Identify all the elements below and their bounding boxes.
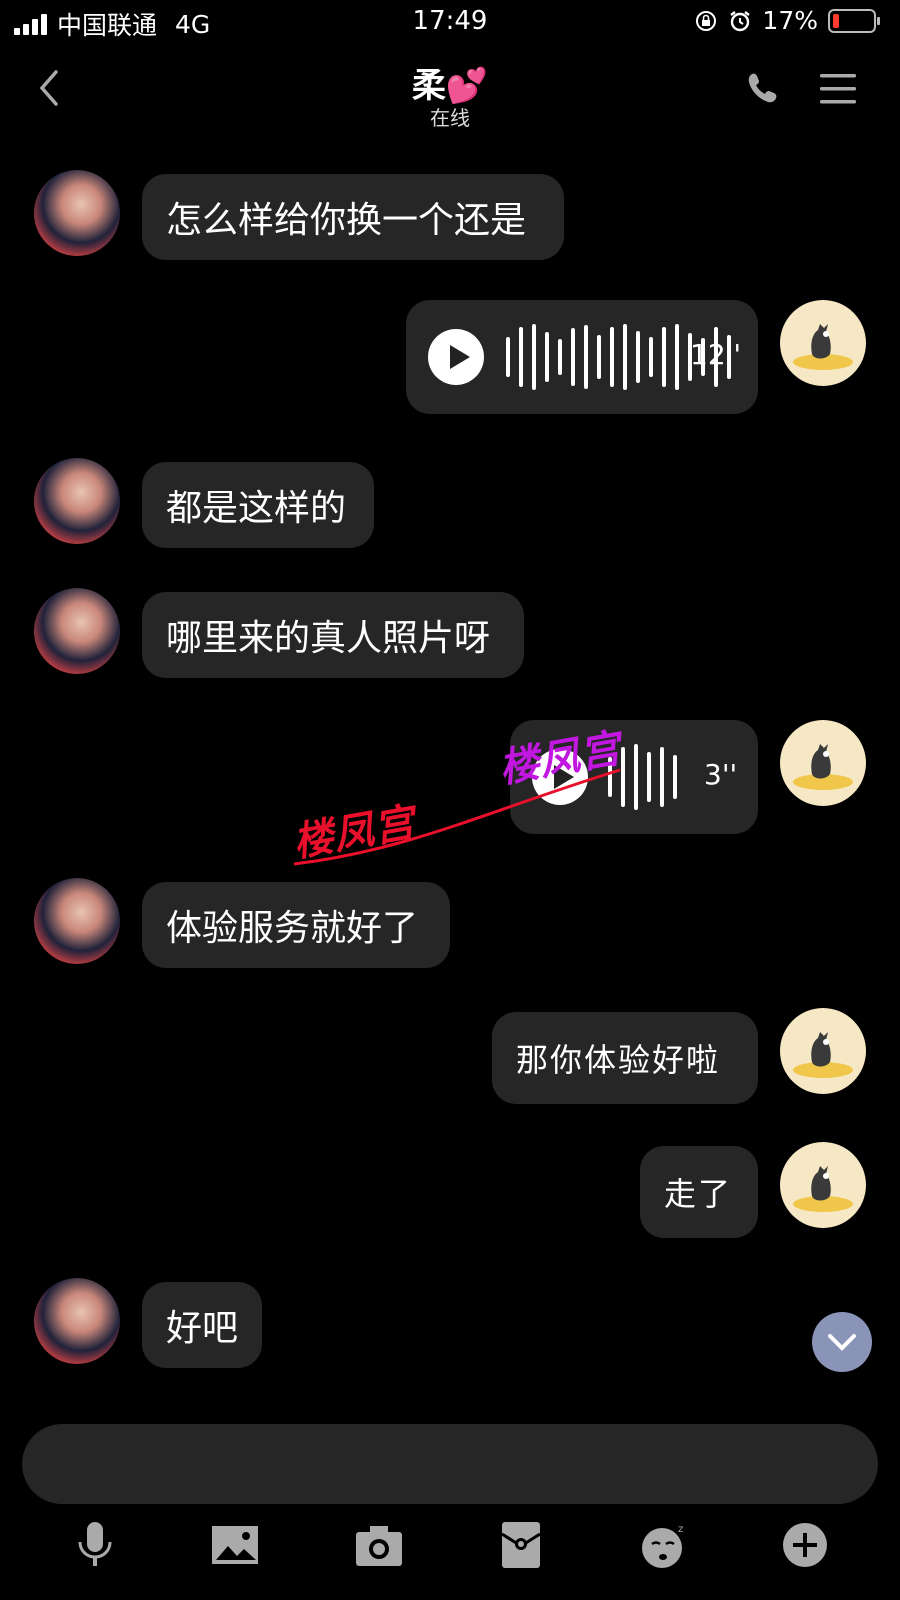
- svg-text:z: z: [678, 1524, 683, 1535]
- avatar[interactable]: [34, 1278, 120, 1364]
- avatar[interactable]: [780, 720, 866, 806]
- cat-icon: [793, 1166, 853, 1212]
- message-bubble[interactable]: 都是这样的: [142, 462, 374, 548]
- avatar[interactable]: [34, 878, 120, 964]
- message-bubble[interactable]: 哪里来的真人照片呀: [142, 592, 524, 678]
- input-toolbar: z: [0, 1520, 900, 1580]
- battery-percent: 17%: [762, 6, 818, 35]
- avatar[interactable]: [780, 300, 866, 386]
- play-icon[interactable]: [428, 329, 484, 385]
- microphone-icon[interactable]: [70, 1520, 120, 1570]
- avatar[interactable]: [34, 588, 120, 674]
- message-text: 好吧: [166, 1308, 239, 1349]
- message-bubble[interactable]: 怎么样给你换一个还是: [142, 174, 564, 260]
- phone-icon[interactable]: [742, 68, 782, 108]
- message-text: 怎么样给你换一个还是: [166, 200, 527, 241]
- battery-icon: [828, 8, 880, 33]
- emoji-icon[interactable]: z: [638, 1520, 688, 1570]
- message-bubble[interactable]: 好吧: [142, 1282, 262, 1368]
- message-bubble[interactable]: 体验服务就好了: [142, 882, 450, 968]
- avatar[interactable]: [34, 458, 120, 544]
- scroll-down-button[interactable]: [812, 1312, 872, 1372]
- avatar[interactable]: [780, 1008, 866, 1094]
- message-bubble[interactable]: 走了: [640, 1146, 758, 1238]
- avatar[interactable]: [34, 170, 120, 256]
- message-text: 哪里来的真人照片呀: [166, 618, 491, 659]
- menu-icon[interactable]: [820, 72, 856, 106]
- red-packet-icon[interactable]: [496, 1520, 546, 1570]
- message-bubble[interactable]: 那你体验好啦: [492, 1012, 758, 1104]
- cat-icon: [793, 744, 853, 790]
- cat-icon: [793, 324, 853, 370]
- message-input[interactable]: [22, 1424, 878, 1504]
- image-icon[interactable]: [210, 1520, 260, 1570]
- voice-duration: 12'': [690, 338, 742, 371]
- rotation-lock-icon: [696, 10, 717, 31]
- message-text: 体验服务就好了: [166, 908, 419, 949]
- cat-icon: [793, 1032, 853, 1078]
- avatar[interactable]: [780, 1142, 866, 1228]
- voice-message[interactable]: 12'': [406, 300, 758, 414]
- status-bar: 中国联通 4G 17:49 17%: [0, 0, 900, 46]
- chevron-down-icon: [828, 1334, 856, 1351]
- message-text: 走了: [664, 1175, 733, 1213]
- plus-icon[interactable]: [780, 1520, 830, 1570]
- alarm-icon: [730, 10, 751, 31]
- voice-duration: 3'': [704, 758, 738, 791]
- chat-header: 柔💕 在线: [0, 50, 900, 140]
- message-text: 都是这样的: [166, 488, 347, 529]
- message-text: 那你体验好啦: [516, 1041, 721, 1079]
- camera-icon[interactable]: [354, 1520, 404, 1570]
